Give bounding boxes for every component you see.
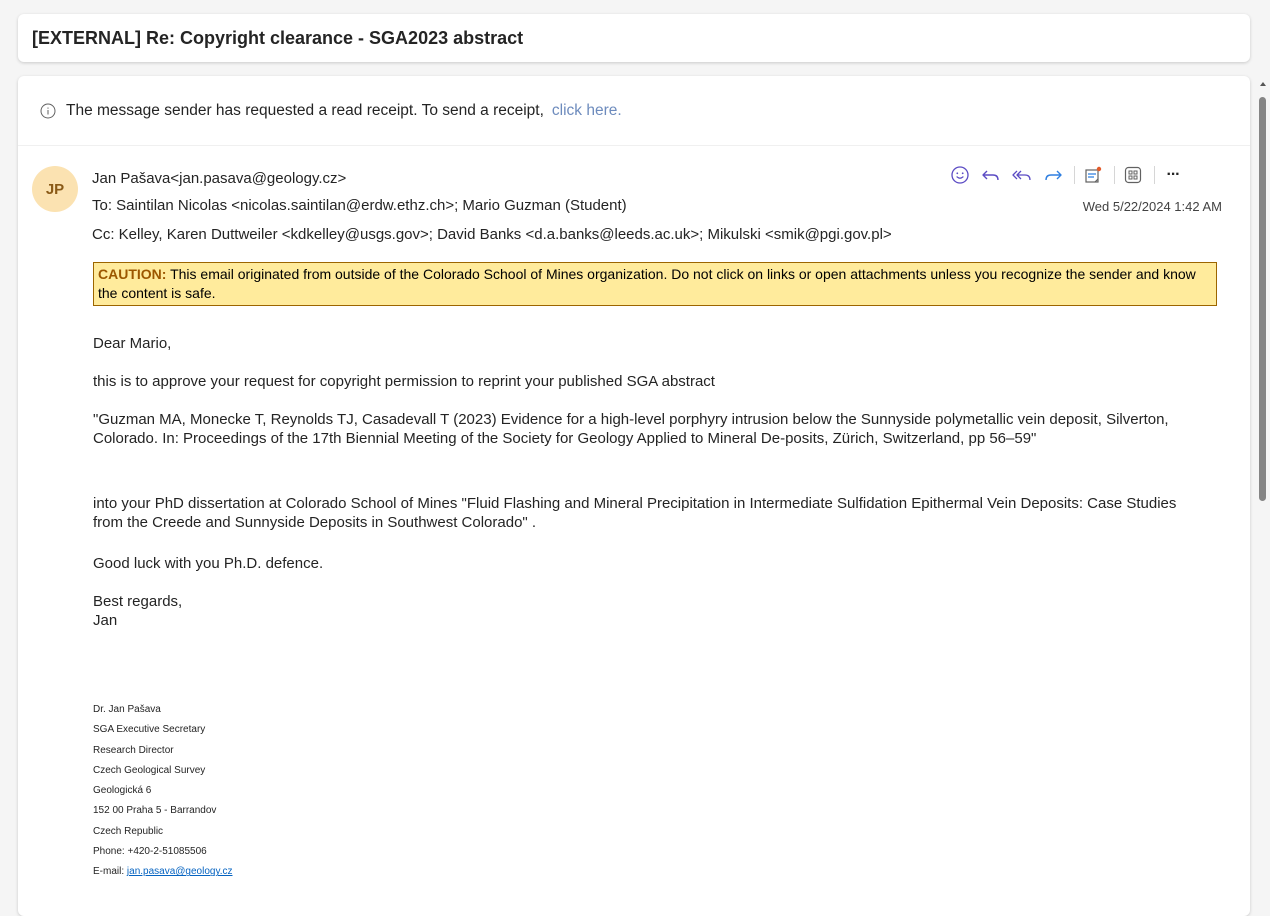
signature-line: Geologická 6 — [93, 785, 152, 797]
body-paragraph-3: into your PhD dissertation at Colorado S… — [93, 495, 1177, 531]
send-receipt-link[interactable]: click here. — [552, 102, 622, 120]
signature-line: Dr. Jan Pašava — [93, 704, 161, 715]
body-paragraph-1: this is to approve your request for copy… — [93, 373, 715, 390]
signature-line: Czech Geological Survey — [93, 764, 206, 776]
closing: Best regards, — [93, 593, 183, 610]
signature-line: Czech Republic — [93, 825, 164, 837]
emoji-icon[interactable] — [946, 162, 974, 188]
more-label: ··· — [1166, 166, 1181, 183]
signature-email-label: E-mail: — [93, 866, 127, 878]
read-receipt-bar: The message sender has requested a read … — [18, 76, 1250, 146]
avatar[interactable]: JP — [32, 166, 78, 212]
email-subject: [EXTERNAL] Re: Copyright clearance - SGA… — [32, 27, 524, 48]
greeting: Dear Mario, — [93, 335, 172, 352]
info-icon — [40, 103, 56, 119]
signature-line: 152 00 Praha 5 - Barrandov — [93, 805, 217, 817]
message-toolbar: ··· — [946, 162, 1190, 188]
signature-email-line: E-mail: jan.pasava@geology.cz — [93, 862, 233, 882]
toolbar-divider — [1074, 166, 1075, 184]
recipients-to[interactable]: To: Saintilan Nicolas <nicolas.saintilan… — [92, 197, 627, 214]
recipients-cc[interactable]: Cc: Kelley, Karen Duttweiler <kdkelley@u… — [92, 226, 892, 243]
signature-line: SGA Executive Secretary — [93, 724, 206, 736]
toolbar-divider — [1114, 166, 1115, 184]
sender-name[interactable]: Jan Pašava<jan.pasava@geology.cz> — [92, 170, 346, 187]
received-date: Wed 5/22/2024 1:42 AM — [1082, 199, 1222, 214]
scrollbar[interactable] — [1256, 76, 1270, 900]
signature-line: Research Director — [93, 744, 174, 756]
toolbar-divider — [1154, 166, 1155, 184]
forward-icon[interactable] — [1039, 162, 1067, 188]
body-paragraph-2: "Guzman MA, Monecke T, Reynolds TJ, Casa… — [93, 411, 1169, 447]
signature-line: Phone: +420-2-51085506 — [93, 846, 207, 858]
caution-text: This email originated from outside of th… — [98, 266, 1196, 301]
body-paragraph-4: Good luck with you Ph.D. defence. — [93, 555, 324, 572]
sender-first-name: Jan — [93, 612, 118, 629]
reply-all-icon[interactable] — [1008, 162, 1036, 188]
scrollbar-thumb[interactable] — [1259, 97, 1266, 501]
caution-banner: CAUTION: This email originated from outs… — [93, 262, 1217, 306]
message-card: The message sender has requested a read … — [18, 76, 1250, 916]
more-icon[interactable]: ··· — [1159, 162, 1187, 188]
scroll-up-arrow-icon[interactable] — [1260, 82, 1266, 86]
caution-label: CAUTION: — [98, 266, 167, 282]
read-receipt-message: The message sender has requested a read … — [66, 101, 544, 119]
subject-bar: [EXTERNAL] Re: Copyright clearance - SGA… — [18, 14, 1250, 62]
reply-icon[interactable] — [977, 162, 1005, 188]
signature-email-link[interactable]: jan.pasava@geology.cz — [127, 866, 233, 877]
signature-block: Dr. Jan Pašava SGA Executive Secretary R… — [93, 700, 233, 883]
apps-icon[interactable] — [1119, 162, 1147, 188]
sticky-note-icon[interactable] — [1079, 162, 1107, 188]
